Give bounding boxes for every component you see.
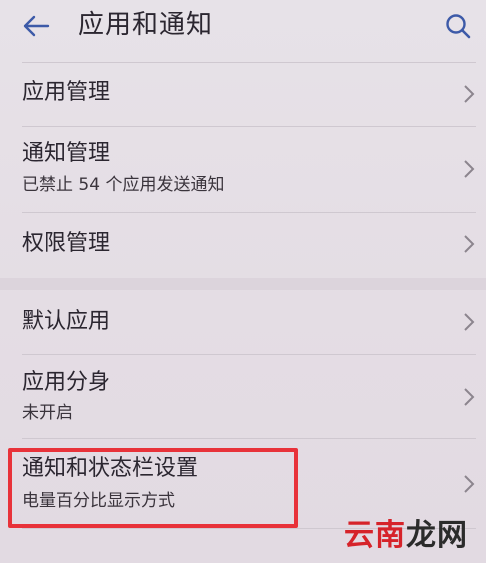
search-icon: [446, 14, 471, 39]
back-arrow-icon: [23, 15, 50, 37]
chevron-right-icon: [464, 160, 475, 178]
search-button[interactable]: [438, 6, 478, 46]
item-title: 默认应用: [22, 309, 111, 334]
item-subtitle: 未开启: [22, 403, 73, 423]
list-item-default-apps[interactable]: 默认应用: [0, 292, 486, 354]
list-item-permission-management[interactable]: 权限管理: [0, 212, 486, 276]
item-title: 权限管理: [22, 231, 111, 256]
page-title: 应用和通知: [78, 10, 214, 40]
item-title: 应用分身: [22, 370, 111, 395]
back-button[interactable]: [16, 6, 56, 46]
watermark-part-1: 云南: [344, 518, 406, 553]
list-item-notification-management[interactable]: 通知管理 已禁止 54 个应用发送通知: [0, 126, 486, 212]
watermark-logo: 云南龙网: [344, 519, 468, 553]
section-separator: [0, 278, 486, 290]
list-item-app-twin[interactable]: 应用分身 未开启: [0, 354, 486, 438]
chevron-right-icon: [464, 475, 475, 493]
chevron-right-icon: [464, 85, 475, 103]
settings-screen: 应用和通知 应用管理 通知管理 已禁止 54 个应用发送通知 权限管理 默认应用…: [0, 0, 486, 563]
top-app-bar: 应用和通知: [0, 0, 486, 56]
highlight-annotation-box: [8, 448, 298, 528]
chevron-right-icon: [464, 388, 475, 406]
item-title: 通知管理: [22, 141, 111, 166]
chevron-right-icon: [464, 313, 475, 331]
item-subtitle: 已禁止 54 个应用发送通知: [22, 175, 225, 195]
item-title: 应用管理: [22, 80, 111, 105]
list-item-app-management[interactable]: 应用管理: [0, 62, 486, 126]
watermark-part-2: 龙网: [406, 518, 468, 553]
chevron-right-icon: [464, 235, 475, 253]
